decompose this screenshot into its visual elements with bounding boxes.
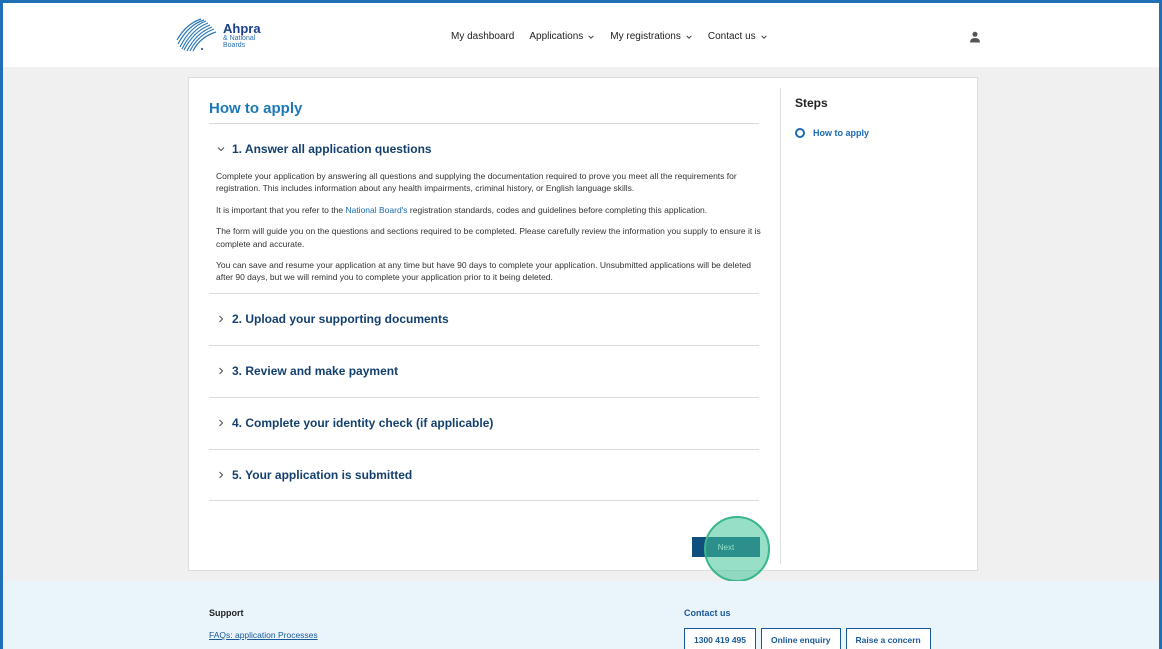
user-icon[interactable]: [969, 31, 981, 43]
contact-buttons: 1300 419 495 Online enquiry Raise a conc…: [684, 628, 931, 649]
contact-heading: Contact us: [684, 608, 731, 618]
paragraph: The form will guide you on the questions…: [216, 226, 761, 249]
ahpra-logo-icon: [176, 18, 217, 52]
page-title: How to apply: [209, 100, 759, 124]
accordion-header-5: 5. Your application is submitted: [216, 468, 412, 482]
next-button[interactable]: Next: [692, 537, 760, 557]
chevron-down-icon: [686, 34, 692, 39]
step-label: How to apply: [813, 128, 869, 138]
support-heading: Support: [209, 608, 244, 618]
national-board-link[interactable]: National Board's: [345, 205, 407, 215]
site-footer: Support FAQs: application Processes Cont…: [3, 581, 1159, 649]
steps-title: Steps: [795, 96, 828, 110]
how-to-apply-panel: How to apply 1. Answer all application q…: [209, 78, 761, 501]
accordion-title: 1. Answer all application questions: [232, 142, 432, 156]
nav-my-registrations[interactable]: My registrations: [610, 31, 693, 42]
nav-label: My dashboard: [451, 31, 515, 42]
accordion-section-3[interactable]: 3. Review and make payment: [209, 344, 759, 397]
logo-text: Ahpra & National Boards: [223, 22, 261, 49]
steps-panel: Steps How to apply: [795, 96, 965, 138]
nav-label: Contact us: [707, 31, 756, 42]
chevron-down-icon: [217, 147, 225, 152]
step-circle-icon: [795, 128, 805, 138]
paragraph-text: It is important that you refer to the: [216, 204, 346, 215]
accordion-title: 2. Upload your supporting documents: [232, 312, 449, 327]
chevron-right-icon: [219, 367, 224, 375]
logo-title: Ahpra: [223, 20, 261, 36]
faq-link[interactable]: FAQs: application Processes: [209, 630, 318, 640]
app-window: Ahpra & National Boards My dashboard App…: [0, 0, 1162, 649]
paragraph: Complete your application by answering a…: [216, 171, 737, 194]
site-header: Ahpra & National Boards My dashboard App…: [3, 3, 1159, 67]
accordion-list: 2. Upload your supporting documents 3. R…: [209, 292, 759, 501]
accordion-body-1: Complete your application by answering a…: [216, 170, 761, 284]
step-how-to-apply[interactable]: How to apply: [795, 128, 965, 138]
accordion-header-3: 3. Review and make payment: [216, 364, 398, 378]
accordion-header-1[interactable]: 1. Answer all application questions: [216, 142, 759, 156]
phone-button[interactable]: 1300 419 495: [684, 628, 756, 649]
nav-label: My registrations: [610, 31, 681, 42]
online-enquiry-button[interactable]: Online enquiry: [761, 628, 841, 649]
chevron-down-icon: [588, 34, 595, 39]
accordion-section-5[interactable]: 5. Your application is submitted: [209, 448, 759, 501]
accordion-section-1: 1. Answer all application questions Comp…: [209, 124, 761, 284]
paragraph: It is important that you refer to the Na…: [216, 204, 761, 216]
accordion-section-4[interactable]: 4. Complete your identity check (if appl…: [209, 396, 759, 449]
raise-concern-button[interactable]: Raise a concern: [845, 628, 931, 649]
nav-contact-us[interactable]: Contact us: [708, 31, 768, 42]
logo-subtitle-2: Boards: [223, 41, 246, 49]
nav-applications[interactable]: Applications: [529, 31, 595, 42]
accordion-section-2[interactable]: 2. Upload your supporting documents: [209, 292, 759, 345]
chevron-down-icon: [760, 34, 767, 39]
accordion-header-2: 2. Upload your supporting documents: [216, 312, 449, 326]
logo-subtitle-1: & National: [223, 34, 256, 42]
accordion-title: 3. Review and make payment: [232, 364, 399, 379]
accordion-title: 4. Complete your identity check (if appl…: [232, 416, 494, 431]
accordion-header-4: 4. Complete your identity check (if appl…: [216, 416, 493, 430]
nav-my-dashboard[interactable]: My dashboard: [451, 31, 514, 42]
chevron-right-icon: [219, 419, 224, 427]
main-nav: My dashboard Applications My registratio…: [451, 31, 768, 42]
ahpra-logo[interactable]: Ahpra & National Boards: [176, 15, 271, 55]
nav-label: Applications: [529, 31, 584, 42]
paragraph: You can save and resume your application…: [216, 260, 752, 283]
chevron-right-icon: [219, 315, 224, 323]
application-card: How to apply 1. Answer all application q…: [188, 77, 978, 582]
column-divider: [780, 88, 781, 564]
paragraph-text: registration standards, codes and guidel…: [407, 204, 708, 215]
chevron-right-icon: [219, 471, 224, 479]
accordion-title: 5. Your application is submitted: [232, 467, 413, 482]
